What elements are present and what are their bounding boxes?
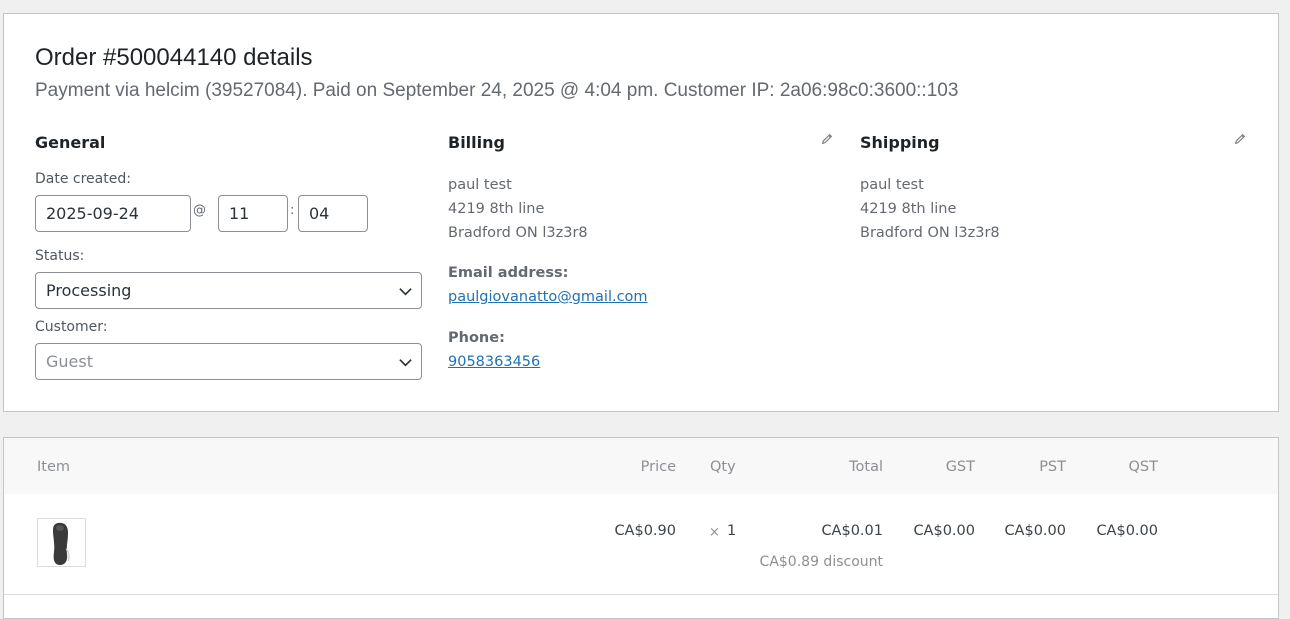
hour-input[interactable]: 11 [218,195,288,232]
qty-times-sign: × [709,525,720,540]
customer-label: Customer: [35,319,108,335]
shipping-address: paul test 4219 8th line Bradford ON l3z3… [860,173,1000,245]
edit-billing-pencil-icon[interactable] [820,132,834,146]
product-thumbnail[interactable] [37,518,86,567]
shipping-name: paul test [860,177,924,193]
order-title: Order #500044140 details [35,44,313,71]
customer-value: Guest [46,352,93,371]
column-header-gst[interactable]: GST [904,459,975,475]
billing-name: paul test [448,177,512,193]
chevron-down-icon [399,359,412,367]
column-header-price[interactable]: Price [604,459,676,475]
item-gst: CA$0.00 [913,523,975,539]
billing-email-link[interactable]: paulgiovanatto@gmail.com [448,289,648,305]
order-details-panel: Order #500044140 details Payment via hel… [3,13,1279,412]
shipping-heading: Shipping [860,133,940,152]
phone-label: Phone: [448,330,505,346]
edit-shipping-pencil-icon[interactable] [1233,132,1247,146]
status-select[interactable]: Processing [35,272,422,309]
order-items-panel: Item Price Qty Total GST PST QST CA$0.90… [3,437,1279,619]
order-payment-meta: Payment via helcim (39527084). Paid on S… [35,80,959,101]
billing-address-line2: Bradford ON l3z3r8 [448,225,588,241]
billing-heading: Billing [448,133,505,152]
billing-address-line1: 4219 8th line [448,201,545,217]
item-price: CA$0.90 [614,523,676,539]
at-separator: @ [193,203,206,218]
customer-select[interactable]: Guest [35,343,422,380]
shoe-thumbnail-icon [53,522,70,565]
general-heading: General [35,133,106,152]
date-created-input[interactable]: 2025-09-24 [35,195,191,232]
email-address-label: Email address: [448,265,569,281]
row-divider [4,594,1278,595]
time-colon: : [290,203,295,218]
item-qst: CA$0.00 [1096,523,1158,539]
column-header-pst[interactable]: PST [994,459,1066,475]
column-header-qst[interactable]: QST [1084,459,1158,475]
chevron-down-icon [399,288,412,296]
shipping-address-line2: Bradford ON l3z3r8 [860,225,1000,241]
column-header-item[interactable]: Item [37,459,70,475]
minute-input[interactable]: 04 [298,195,368,232]
item-discount: CA$0.89 discount [759,554,883,570]
shipping-address-line1: 4219 8th line [860,201,957,217]
item-total: CA$0.01 [821,523,883,539]
items-table-header: Item Price Qty Total GST PST QST [4,438,1278,494]
column-header-total[interactable]: Total [804,459,883,475]
billing-phone-link[interactable]: 9058363456 [448,354,540,370]
item-qty: 1 [727,523,737,539]
status-value: Processing [46,281,132,300]
status-label: Status: [35,248,85,264]
column-header-qty[interactable]: Qty [710,459,736,475]
date-created-label: Date created: [35,171,131,187]
item-pst: CA$0.00 [1004,523,1066,539]
billing-address: paul test 4219 8th line Bradford ON l3z3… [448,173,588,245]
